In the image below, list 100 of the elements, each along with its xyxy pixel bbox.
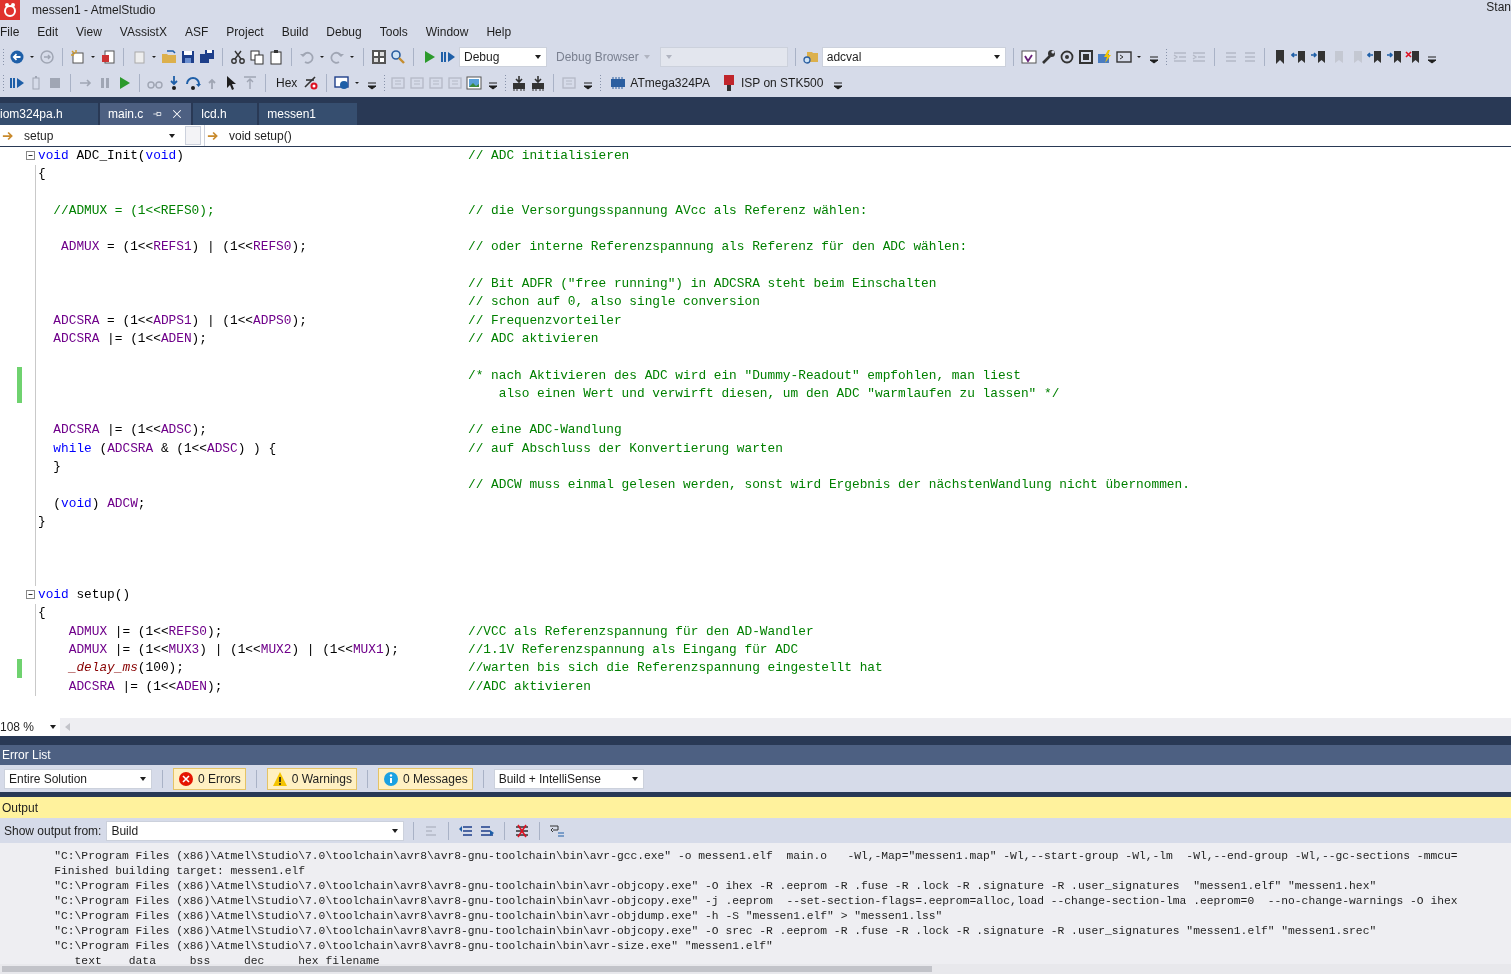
code-comment: // Bit ADFR ("free running") in ADCSRA steht beim Einschalten xyxy=(468,275,937,294)
collapse-icon[interactable] xyxy=(26,151,35,160)
dropdown-caret-icon[interactable] xyxy=(391,826,400,835)
code-comment: // oder interne Referenzspannung als Referenz für den ADC wählen: xyxy=(468,238,968,257)
continue-icon[interactable] xyxy=(9,75,25,91)
previous-bookmark-icon[interactable] xyxy=(1366,48,1383,65)
source-dropdown[interactable]: Build + IntelliSense xyxy=(493,768,644,789)
save-all-icon[interactable] xyxy=(199,48,215,65)
scope-dropdown[interactable]: setup xyxy=(0,125,182,146)
code-line: _delay_ms(100); xyxy=(67,660,184,676)
cut-icon[interactable] xyxy=(230,48,246,65)
monitor-icon[interactable] xyxy=(334,75,351,91)
code-line: { xyxy=(38,166,46,182)
code-line: ADMUX = (1<<REFS1) | (1<<REFS0); xyxy=(60,239,307,255)
code-comment: // ADC aktivieren xyxy=(468,329,599,348)
output-line: "C:\Program Files (x86)\Atmel\Studio\7.0\toolchain\avr8\avr8-gnu-toolchain\bin\avr-gcc.exe" -o messen1.elf main.o -Wl,-Map="messen1.map" -Wl,--start-group -Wl,-lm -Wl,--end-group -Wl,--gc-sections -mmcu= xyxy=(53,849,1459,864)
code-line: ADMUX |= (1<<REFS0); xyxy=(67,623,223,639)
collapse-icon[interactable] xyxy=(26,590,35,600)
add-file-icon[interactable] xyxy=(100,48,116,65)
terminal-icon[interactable] xyxy=(1115,48,1132,65)
window-label: Stan xyxy=(1486,0,1511,16)
word-wrap-icon[interactable] xyxy=(549,822,566,839)
code-line: ADCSRA |= (1<<ADEN); xyxy=(52,330,207,346)
code-comment: // Frequenzvorteiler xyxy=(468,311,622,330)
dropdown-caret-icon[interactable] xyxy=(630,774,639,783)
zoom-dropdown[interactable]: 108 % xyxy=(0,718,60,736)
output-line: "C:\Program Files (x86)\Atmel\Studio\7.0\toolchain\avr8\avr8-gnu-toolchain\bin\avr-objcopy.exe" -O ihex -R .eeprom -R .fuse -R .lock -R .signature -R .user_signatures "messen1.elf" "messen1.hex" xyxy=(53,879,1378,894)
scope-dropdown[interactable]: Entire Solution xyxy=(4,768,152,789)
new-project-icon[interactable] xyxy=(70,48,86,65)
menu-item[interactable]: ASF xyxy=(175,23,218,41)
tool-selector[interactable]: ISP on STK500 xyxy=(716,74,828,92)
window-title: messen1 - AtmelStudio xyxy=(32,2,156,19)
breakpoint-icon[interactable] xyxy=(303,75,320,91)
code-comment: // ADCW muss einmal gelesen werden, sonst wird Ergebnis der nächstenWandlung nicht übernommen. xyxy=(468,476,1190,495)
menu-item[interactable]: Window xyxy=(416,23,478,41)
document-tab[interactable]: iom324pa.h xyxy=(0,103,98,125)
device-selector[interactable]: ATmega324PA xyxy=(606,74,714,92)
output-source-dropdown[interactable]: Build xyxy=(106,820,405,841)
previous-bookmark-icon[interactable] xyxy=(1290,48,1307,65)
close-icon[interactable] xyxy=(171,108,184,120)
error-icon xyxy=(178,770,194,787)
hex-toggle[interactable]: Hex xyxy=(273,74,301,92)
document-tab[interactable]: main.c xyxy=(100,103,192,125)
dropdown-caret-icon[interactable] xyxy=(139,774,147,783)
menu-item[interactable]: Build xyxy=(272,23,318,41)
clear-all-icon[interactable] xyxy=(514,822,531,839)
dropdown-caret-icon[interactable] xyxy=(168,131,176,140)
code-line: ADCSRA = (1<<ADPS1) | (1<<ADPS0); xyxy=(52,312,307,328)
next-bookmark-icon[interactable] xyxy=(1309,48,1326,65)
menu-item[interactable]: Project xyxy=(217,23,273,41)
document-tab[interactable]: lcd.h xyxy=(193,103,258,125)
info-icon xyxy=(382,770,399,787)
chip-upload-icon[interactable] xyxy=(511,75,528,91)
menu-item[interactable]: Help xyxy=(477,23,521,41)
code-comment: //ADC aktivieren xyxy=(468,677,591,696)
copy-icon[interactable] xyxy=(249,48,265,65)
step-over-icon[interactable] xyxy=(185,75,201,91)
menu-item[interactable]: Edit xyxy=(28,23,68,41)
warning-icon xyxy=(271,770,288,787)
circle-icon[interactable] xyxy=(1058,48,1075,65)
next-bookmark-icon[interactable] xyxy=(1385,48,1402,65)
code-line: while (ADCSRA & (1<<ADSC) ) { xyxy=(52,440,277,456)
search-icon[interactable] xyxy=(390,48,406,65)
frame-icon[interactable] xyxy=(1077,48,1094,65)
menu-item[interactable]: File xyxy=(0,23,29,41)
code-comment: // die Versorgungsspannung AVcc als Referenz wählen: xyxy=(468,201,868,220)
image-icon[interactable] xyxy=(466,75,483,91)
filter-toggle[interactable]: 0 Messages xyxy=(377,767,473,790)
menu-item[interactable]: Debug xyxy=(317,23,371,41)
filter-toggle[interactable]: 0 Errors xyxy=(173,767,246,790)
code-comment: // schon auf 0, also single conversion xyxy=(468,293,760,312)
find-field[interactable]: adcval xyxy=(821,46,1006,67)
code-comment: // eine ADC-Wandlung xyxy=(468,421,622,440)
code-comment: /* nach Aktivieren des ADC wird ein "Dummy-Readout" empfohlen, man liest xyxy=(468,366,1021,385)
menu-item[interactable]: Tools xyxy=(370,23,417,41)
project-icon[interactable] xyxy=(1020,48,1037,65)
app-logo-icon xyxy=(0,0,20,20)
output-line: "C:\Program Files (x86)\Atmel\Studio\7.0\toolchain\avr8\avr8-gnu-toolchain\bin\avr-objcopy.exe" -j .eeprom --set-section-flags=.eeprom=alloc,load --change-section-lma .eeprom=0 --no-change-warnings -O ihex xyxy=(53,894,1459,909)
code-line: { xyxy=(38,605,46,621)
menu-item[interactable]: VAssistX xyxy=(110,23,176,41)
code-line: ADCSRA |= (1<<ADSC); xyxy=(52,422,207,438)
scrollbar-thumb[interactable] xyxy=(2,966,932,972)
code-line: (void) ADCW; xyxy=(52,495,146,511)
panel-title: Error List xyxy=(2,747,51,764)
chip-upload-icon[interactable] xyxy=(530,75,547,91)
dropdown-caret-icon[interactable] xyxy=(534,52,542,61)
clear-bookmarks-icon[interactable] xyxy=(1404,48,1421,65)
menu-item[interactable]: View xyxy=(67,23,111,41)
document-tab[interactable]: messen1 xyxy=(259,103,358,125)
window-grid-icon[interactable] xyxy=(371,48,387,65)
output-line: "C:\Program Files (x86)\Atmel\Studio\7.0\toolchain\avr8\avr8-gnu-toolchain\bin\avr-objcopy.exe" -O srec -R .eeprom -R .fuse -R .lock -R .signature -R .user_signatures "messen1.elf" "messen1.srec" xyxy=(53,924,1378,939)
save-icon[interactable] xyxy=(180,48,196,65)
dropdown-caret-icon[interactable] xyxy=(992,52,1001,61)
filter-toggle[interactable]: 0 Warnings xyxy=(266,767,357,790)
configuration-dropdown[interactable]: Debug xyxy=(459,46,547,67)
dropdown-caret-icon[interactable] xyxy=(49,723,57,731)
paste-icon[interactable] xyxy=(268,48,284,65)
member-dropdown[interactable]: void setup() xyxy=(204,125,1511,146)
back-icon[interactable] xyxy=(9,48,25,65)
code-line: } xyxy=(38,513,46,529)
